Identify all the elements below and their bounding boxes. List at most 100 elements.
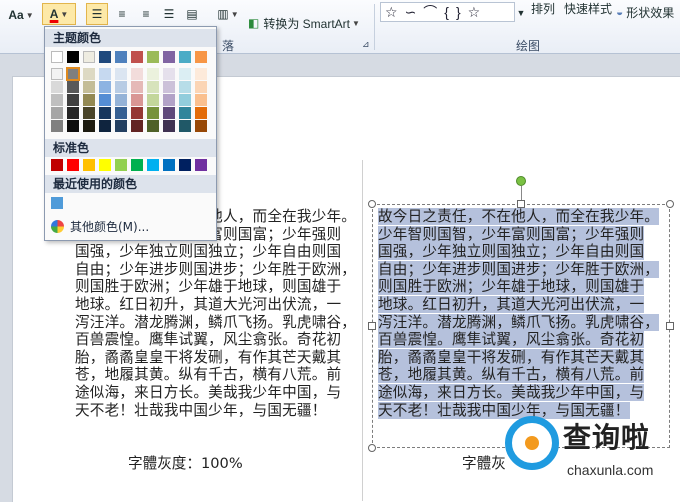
columns-button[interactable]: ▥ ▼ <box>213 3 243 25</box>
standard-color-swatch[interactable] <box>115 159 127 171</box>
color-swatch[interactable] <box>115 120 127 132</box>
shape-effects-button[interactable]: ◒ 形状效果 <box>616 1 680 23</box>
color-swatch[interactable] <box>131 68 143 80</box>
color-swatch[interactable] <box>99 107 111 119</box>
recent-color-swatch[interactable] <box>51 197 63 209</box>
color-swatch[interactable] <box>131 120 143 132</box>
color-swatch[interactable] <box>99 51 111 63</box>
standard-color-swatch[interactable] <box>179 159 191 171</box>
color-swatch[interactable] <box>195 107 207 119</box>
color-swatch[interactable] <box>67 120 79 132</box>
color-swatch[interactable] <box>115 107 127 119</box>
standard-color-swatch[interactable] <box>83 159 95 171</box>
font-color-button[interactable]: A ▼ <box>42 3 76 25</box>
color-swatch[interactable] <box>179 120 191 132</box>
align-left-button[interactable]: ☰ <box>86 3 108 25</box>
color-swatch[interactable] <box>147 68 159 80</box>
shapes-gallery[interactable]: ☆ ∽ ⌒ { } ☆ <box>380 2 515 22</box>
color-swatch[interactable] <box>83 68 95 80</box>
color-swatch[interactable] <box>51 51 63 63</box>
color-swatch[interactable] <box>51 94 63 106</box>
color-swatch[interactable] <box>179 68 191 80</box>
color-swatch[interactable] <box>195 120 207 132</box>
color-swatch[interactable] <box>99 120 111 132</box>
resize-handle-e[interactable] <box>666 322 674 330</box>
quick-styles-button[interactable]: 快速样式 <box>562 0 614 19</box>
color-swatch[interactable] <box>163 107 175 119</box>
color-swatch[interactable] <box>163 51 175 63</box>
color-swatch[interactable] <box>131 51 143 63</box>
right-text-block[interactable]: 故今日之责任，不在他人，而全在我少年。 少年智则国智，少年富则国富；少年强则 国… <box>378 208 666 419</box>
color-swatch[interactable] <box>67 94 79 106</box>
color-swatch[interactable] <box>163 68 175 80</box>
color-swatch[interactable] <box>179 81 191 93</box>
color-swatch[interactable] <box>179 94 191 106</box>
resize-handle-w[interactable] <box>368 322 376 330</box>
color-swatch[interactable] <box>115 68 127 80</box>
color-swatch[interactable] <box>99 81 111 93</box>
standard-color-swatch[interactable] <box>195 159 207 171</box>
standard-color-swatch[interactable] <box>67 159 79 171</box>
selected-text-line: 少年智则国智，少年富则国富；少年强则 <box>378 225 645 243</box>
color-swatch[interactable] <box>115 51 127 63</box>
color-swatch[interactable] <box>83 94 95 106</box>
color-swatch[interactable] <box>51 120 63 132</box>
color-swatch[interactable] <box>163 81 175 93</box>
align-center-button[interactable]: ≡ <box>111 3 133 25</box>
color-swatch[interactable] <box>115 81 127 93</box>
color-swatch[interactable] <box>51 107 63 119</box>
resize-handle-sw[interactable] <box>368 444 376 452</box>
resize-handle-ne[interactable] <box>666 200 674 208</box>
color-swatch[interactable] <box>179 51 191 63</box>
color-swatch[interactable] <box>195 81 207 93</box>
color-swatch[interactable] <box>131 81 143 93</box>
color-swatch[interactable] <box>179 107 191 119</box>
dialog-launcher-icon[interactable]: ⊿ <box>362 39 370 50</box>
color-swatch[interactable] <box>147 107 159 119</box>
standard-color-swatch[interactable] <box>99 159 111 171</box>
resize-handle-n[interactable] <box>517 200 525 208</box>
arrange-button[interactable]: 排列 <box>528 0 558 19</box>
color-swatch[interactable] <box>163 94 175 106</box>
color-swatch[interactable] <box>147 120 159 132</box>
standard-color-swatch[interactable] <box>147 159 159 171</box>
rotation-handle[interactable] <box>516 176 526 186</box>
color-swatch[interactable] <box>83 120 95 132</box>
color-swatch[interactable] <box>67 81 79 93</box>
color-swatch[interactable] <box>83 51 95 63</box>
color-swatch[interactable] <box>51 68 63 80</box>
color-swatch[interactable] <box>147 81 159 93</box>
color-swatch[interactable] <box>83 107 95 119</box>
color-swatch[interactable] <box>99 94 111 106</box>
resize-handle-nw[interactable] <box>368 200 376 208</box>
selected-row: 少年智则国智，少年富则国富；少年强则 <box>378 225 666 244</box>
more-colors-button[interactable]: 其他颜色(M)... <box>51 218 149 235</box>
distribute-button[interactable]: ▤ <box>181 3 203 25</box>
theme-colors-title: 主题颜色 <box>45 29 216 47</box>
change-case-button[interactable]: Aa ▼ <box>4 4 38 26</box>
color-swatch[interactable] <box>195 94 207 106</box>
color-swatch[interactable] <box>147 51 159 63</box>
color-swatch[interactable] <box>163 120 175 132</box>
more-colors-label: 其他颜色(M)... <box>70 220 150 234</box>
align-right-button[interactable]: ≡ <box>135 3 157 25</box>
smartart-icon: ◧ <box>248 16 260 30</box>
standard-color-swatch[interactable] <box>51 159 63 171</box>
convert-smartart-button[interactable]: ◧ 转换为 SmartArt ▼ <box>248 12 368 34</box>
color-swatch[interactable] <box>147 94 159 106</box>
color-swatch[interactable] <box>115 94 127 106</box>
standard-color-swatch[interactable] <box>163 159 175 171</box>
color-swatch[interactable] <box>66 67 80 81</box>
color-swatch[interactable] <box>131 107 143 119</box>
color-swatch[interactable] <box>83 81 95 93</box>
color-swatch[interactable] <box>51 81 63 93</box>
color-swatch[interactable] <box>131 94 143 106</box>
color-swatch[interactable] <box>67 51 79 63</box>
color-swatch[interactable] <box>67 107 79 119</box>
color-swatch[interactable] <box>195 51 207 63</box>
gallery-more-button[interactable]: ▼ <box>516 2 526 24</box>
color-swatch[interactable] <box>99 68 111 80</box>
standard-color-swatch[interactable] <box>131 159 143 171</box>
justify-button[interactable]: ☰ <box>158 3 180 25</box>
color-swatch[interactable] <box>195 68 207 80</box>
